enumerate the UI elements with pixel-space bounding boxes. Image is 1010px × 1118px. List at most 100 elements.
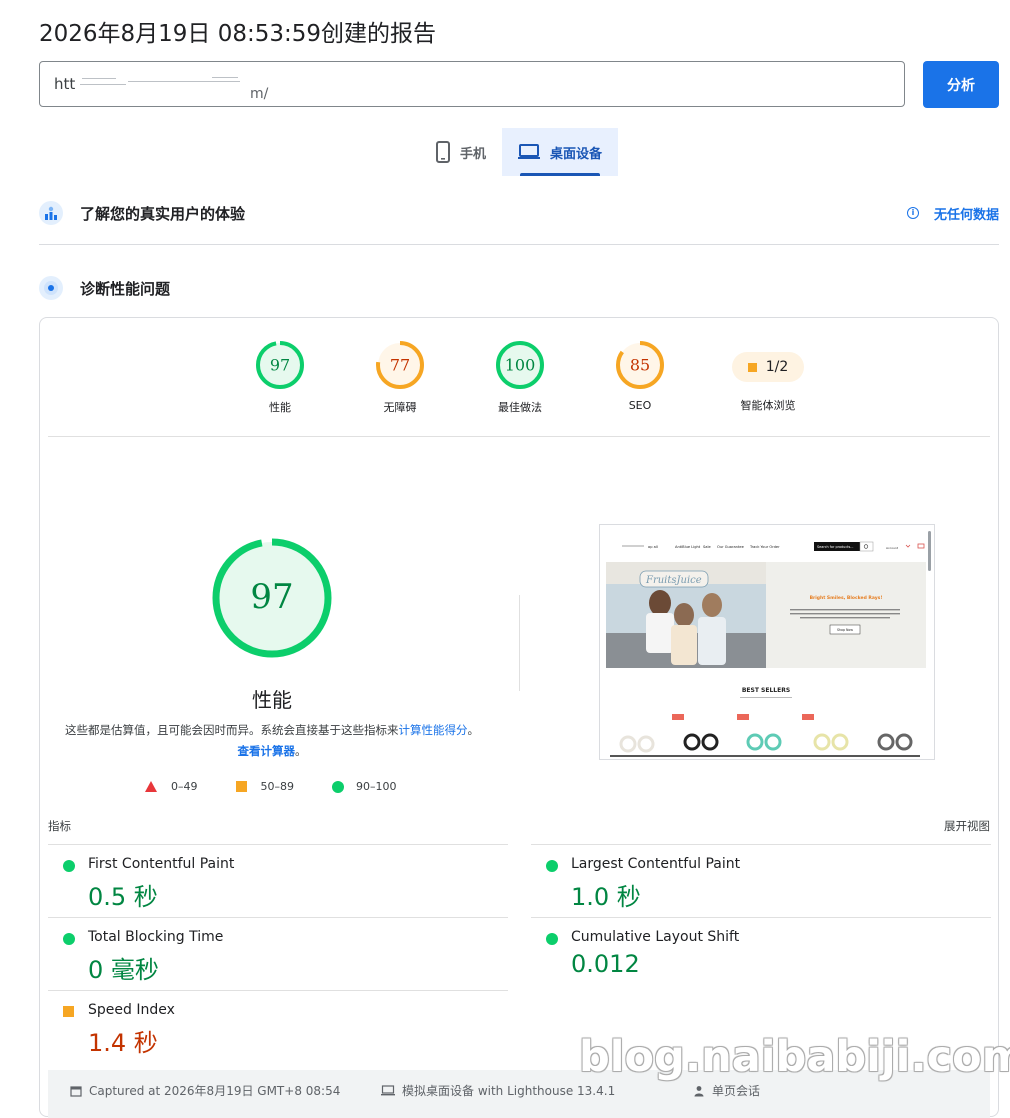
tab-mobile[interactable]: 手机 bbox=[420, 128, 502, 176]
device-tabs: 手机 桌面设备 bbox=[420, 128, 619, 176]
view-calculator-link[interactable]: 查看计算器 bbox=[238, 744, 296, 758]
pass-circle-icon bbox=[546, 933, 558, 945]
desc-sep: 。 bbox=[467, 723, 480, 737]
gauge-best-practices-ring: 100 bbox=[496, 341, 544, 389]
phone-icon bbox=[436, 141, 450, 163]
shot-search: Search for products... bbox=[817, 545, 854, 549]
url-text: htt bbox=[54, 75, 76, 93]
diagnose-title: 诊断性能问题 bbox=[80, 279, 171, 298]
lighthouse-report-card: 97 性能 77 无障碍 100 最佳做法 85 SEO 1/2 智能体浏览 9… bbox=[39, 317, 999, 1118]
gauge-seo-label: SEO bbox=[628, 399, 652, 412]
field-data-title: 了解您的真实用户的体验 bbox=[80, 204, 246, 223]
agentic-value: 1/2 bbox=[765, 359, 789, 375]
gauge-agentic[interactable]: 1/2 智能体浏览 bbox=[708, 340, 828, 413]
performance-title: 性能 bbox=[252, 688, 292, 712]
metric-value: 0.5 秒 bbox=[88, 883, 158, 911]
users-chart-icon bbox=[39, 201, 63, 225]
gauge-best-practices-label: 最佳做法 bbox=[498, 401, 542, 414]
gauge-seo[interactable]: 85 SEO bbox=[580, 340, 700, 412]
desc-end: 。 bbox=[295, 744, 307, 758]
tab-mobile-label: 手机 bbox=[460, 146, 487, 162]
field-data-section: 了解您的真实用户的体验 i 无任何数据 bbox=[39, 201, 999, 225]
watermark: blog.naibabiji.com bbox=[579, 1032, 1010, 1082]
gauge-seo-ring: 85 bbox=[616, 341, 664, 389]
url-input[interactable]: htt m/ bbox=[39, 61, 905, 107]
metrics-label: 指标 bbox=[48, 819, 71, 833]
gauge-accessibility[interactable]: 77 无障碍 bbox=[340, 340, 460, 415]
pass-circle-icon bbox=[63, 860, 75, 872]
expand-view-toggle[interactable]: 展开视图 bbox=[944, 818, 990, 834]
metric-name: Total Blocking Time bbox=[88, 929, 224, 945]
shot-nav-3: Our Guarantee bbox=[717, 545, 745, 549]
metric-tbt: Total Blocking Time 0 毫秒 bbox=[48, 917, 508, 990]
gauge-performance-ring: 97 bbox=[256, 341, 304, 389]
shot-hero-button: Shop Now bbox=[837, 628, 853, 632]
vertical-divider bbox=[519, 595, 520, 691]
average-square-icon bbox=[235, 781, 247, 792]
legend-average-range: 50–89 bbox=[260, 780, 295, 793]
no-data-link[interactable]: i 无任何数据 bbox=[906, 204, 999, 223]
category-gauges: 97 性能 77 无障碍 100 最佳做法 85 SEO 1/2 智能体浏览 bbox=[40, 340, 998, 440]
calendar-icon bbox=[70, 1085, 82, 1097]
page-screenshot[interactable]: op all AntiBlue Light Sale Our Guarantee… bbox=[599, 524, 935, 760]
shot-nav-1: AntiBlue Light bbox=[675, 545, 701, 549]
shot-brand: FruitsJuice bbox=[645, 575, 702, 586]
gauge-accessibility-ring: 77 bbox=[376, 341, 424, 389]
metric-si: Speed Index 1.4 秒 bbox=[48, 990, 508, 1063]
shot-nav-2: Sale bbox=[703, 545, 711, 549]
tab-desktop[interactable]: 桌面设备 bbox=[502, 128, 619, 176]
pass-circle-icon bbox=[332, 780, 344, 793]
shot-nav-4: Track Your Order bbox=[749, 545, 780, 549]
gauge-best-practices-score: 100 bbox=[505, 356, 536, 375]
metric-name: First Contentful Paint bbox=[88, 856, 235, 872]
tab-desktop-label: 桌面设备 bbox=[550, 146, 603, 162]
session-info: 单页会话 bbox=[693, 1082, 760, 1099]
metric-name: Largest Contentful Paint bbox=[571, 856, 741, 872]
performance-description: 这些都是估算值，且可能会因时而异。系统会直接基于这些指标来计算性能得分。查看计算… bbox=[62, 720, 482, 762]
metric-cls: Cumulative Layout Shift 0.012 bbox=[531, 917, 991, 990]
calc-score-link[interactable]: 计算性能得分 bbox=[399, 723, 468, 737]
metric-name: Speed Index bbox=[88, 1002, 175, 1018]
performance-score: 97 bbox=[250, 577, 293, 617]
diagnose-icon bbox=[39, 276, 63, 300]
legend-pass-range: 90–100 bbox=[356, 780, 397, 793]
session-text: 单页会话 bbox=[712, 1084, 761, 1098]
no-data-label: 无任何数据 bbox=[933, 207, 999, 223]
score-legend: 0–49 50–89 90–100 bbox=[145, 780, 435, 793]
analyze-button[interactable]: 分析 bbox=[923, 61, 999, 108]
info-icon: i bbox=[906, 207, 919, 219]
metric-value: 0 毫秒 bbox=[88, 956, 159, 984]
captured-text: Captured at 2026年8月19日 GMT+8 08:54 bbox=[89, 1084, 341, 1098]
shot-best-sellers: BEST SELLERS bbox=[742, 687, 790, 694]
emulation-text: 模拟桌面设备 with Lighthouse 13.4.1 bbox=[402, 1084, 616, 1098]
performance-big-gauge: 97 bbox=[212, 538, 332, 658]
legend-fail: 0–49 bbox=[145, 780, 198, 793]
desc-text: 这些都是估算值，且可能会因时而异。系统会直接基于这些指标来 bbox=[65, 723, 399, 737]
gauge-accessibility-score: 77 bbox=[390, 356, 410, 375]
legend-average: 50–89 bbox=[235, 780, 295, 793]
gauge-performance-label: 性能 bbox=[269, 401, 291, 414]
report-title: 2026年8月19日 08:53:59创建的报告 bbox=[39, 21, 437, 47]
section-divider bbox=[39, 244, 999, 245]
metric-fcp: First Contentful Paint 0.5 秒 bbox=[48, 844, 508, 917]
shot-hero-title: Bright Smiles, Blocked Rays! bbox=[810, 595, 883, 601]
url-redaction: m/ bbox=[80, 74, 268, 102]
person-icon bbox=[694, 1085, 704, 1096]
gauge-best-practices[interactable]: 100 最佳做法 bbox=[460, 340, 580, 415]
gauge-performance[interactable]: 97 性能 bbox=[220, 340, 340, 415]
metric-value: 1.4 秒 bbox=[88, 1029, 158, 1057]
agentic-pill: 1/2 bbox=[732, 352, 804, 382]
metric-value: 0.012 bbox=[571, 950, 640, 978]
pass-circle-icon bbox=[63, 933, 75, 945]
average-square-icon bbox=[63, 1006, 74, 1017]
shot-nav-0: op all bbox=[648, 545, 658, 549]
pass-circle-icon bbox=[546, 860, 558, 872]
page-screenshot-image: op all AntiBlue Light Sale Our Guarantee… bbox=[600, 525, 934, 759]
metric-lcp: Largest Contentful Paint 1.0 秒 bbox=[531, 844, 991, 917]
agentic-label: 智能体浏览 bbox=[740, 399, 796, 412]
captured-info: Captured at 2026年8月19日 GMT+8 08:54 bbox=[70, 1082, 340, 1099]
metric-name: Cumulative Layout Shift bbox=[571, 929, 740, 945]
gauge-accessibility-label: 无障碍 bbox=[383, 401, 417, 414]
metric-value: 1.0 秒 bbox=[571, 883, 641, 911]
emulation-info: 模拟桌面设备 with Lighthouse 13.4.1 bbox=[381, 1082, 615, 1099]
